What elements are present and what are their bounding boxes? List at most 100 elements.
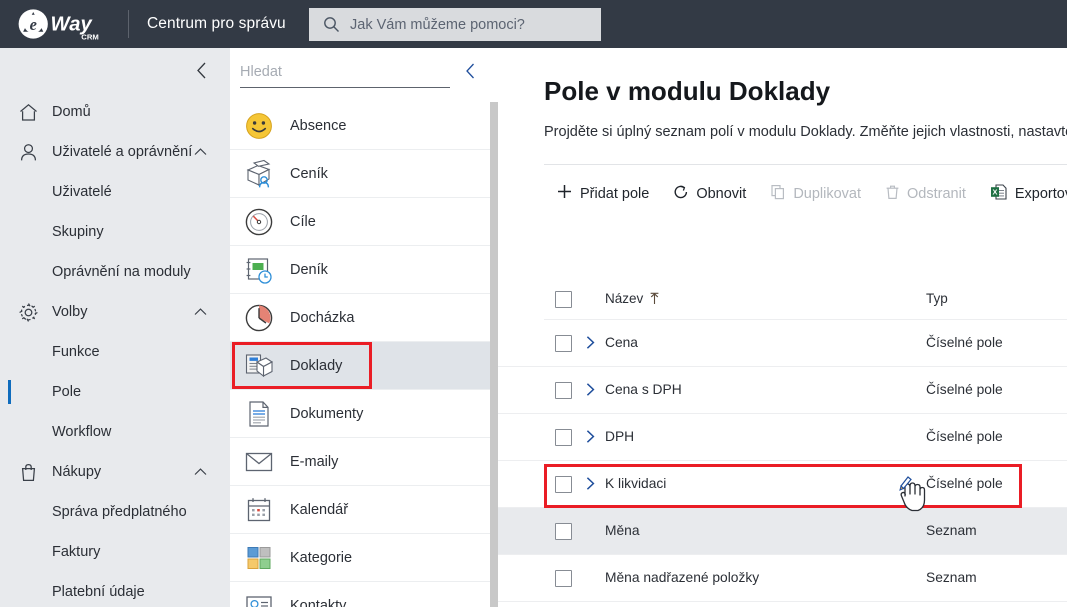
sidebar-item-label: Skupiny (52, 224, 104, 240)
calendar-icon (242, 493, 276, 527)
sidebar-item-label: Funkce (52, 344, 100, 360)
sidebar-item-pole[interactable]: Pole (0, 372, 230, 412)
sidebar-item-funkce[interactable]: Funkce (0, 332, 230, 372)
module-item-label: Deník (290, 261, 328, 278)
exportov-button[interactable]: X Exportov (978, 175, 1067, 213)
module-list-scrollbar[interactable] (490, 102, 498, 607)
field-type-cell: Číselné pole (926, 476, 1003, 491)
module-item-doklady[interactable]: Doklady (230, 342, 490, 390)
chevron-up-icon[interactable] (193, 307, 208, 318)
sidebar-item-label: Volby (52, 304, 88, 320)
module-item-cen-k[interactable]: Ceník (230, 150, 490, 198)
chevron-up-icon[interactable] (193, 147, 208, 158)
module-item-kalend[interactable]: Kalendář (230, 486, 490, 534)
module-list: Absence Ceník Cíle Deník Docházka Doklady Doku… (230, 102, 490, 607)
module-item-kontakty[interactable]: Kontakty (230, 582, 490, 607)
sort-ascending-icon (650, 292, 659, 304)
toolbar-button-label: Duplikovat (793, 186, 862, 202)
row-checkbox[interactable] (555, 476, 572, 493)
checkbox-box (555, 476, 572, 493)
field-type-cell: Seznam (926, 570, 977, 585)
row-checkbox[interactable] (555, 382, 572, 399)
table-row[interactable]: DPH Číselné pole (498, 414, 1067, 461)
toolbar-button-label: Exportov (1014, 186, 1067, 202)
module-panel-collapse-button[interactable] (458, 58, 484, 84)
checkbox-box (555, 429, 572, 446)
select-all-checkbox[interactable] (555, 291, 572, 308)
row-checkbox[interactable] (555, 523, 572, 540)
sidebar-item-workflow[interactable]: Workflow (0, 412, 230, 452)
expand-row-chevron-icon[interactable] (584, 382, 597, 402)
table-row[interactable]: Měna Seznam (498, 508, 1067, 555)
table-row[interactable]: Cena Číselné pole (498, 320, 1067, 367)
sidebar-item-faktury[interactable]: Faktury (0, 532, 230, 572)
module-item-label: Kategorie (290, 549, 353, 566)
module-item-den-k[interactable]: Deník (230, 246, 490, 294)
plus-icon (558, 185, 571, 198)
home-icon (16, 102, 40, 123)
pricelist-box-icon (242, 157, 276, 191)
column-header-name[interactable]: Název (605, 291, 661, 306)
expand-row-chevron-icon[interactable] (584, 429, 597, 449)
column-header-type[interactable]: Typ (926, 291, 948, 306)
documents-box-icon (242, 349, 276, 383)
trash-icon (886, 185, 899, 199)
module-item-c-le[interactable]: Cíle (230, 198, 490, 246)
module-item-label: Cíle (290, 213, 316, 230)
module-item-e-maily[interactable]: E-maily (230, 438, 490, 486)
sidebar-item-label: Faktury (52, 544, 101, 560)
page-description: Projděte si úplný seznam polí v modulu D… (544, 124, 1067, 140)
module-item-doch-zka[interactable]: Docházka (230, 294, 490, 342)
journal-clock-icon (246, 257, 272, 284)
fields-table-body: Cena Číselné pole Cena s DPH Číselné pole DP… (498, 320, 1067, 607)
expand-row-chevron-icon[interactable] (584, 476, 597, 496)
table-row[interactable]: Cena s DPH Číselné pole (498, 367, 1067, 414)
sidebar-item-opr-vn-n-na-moduly[interactable]: Oprávnění na moduly (0, 252, 230, 292)
module-item-absence[interactable]: Absence (230, 102, 490, 150)
row-checkbox[interactable] (555, 335, 572, 352)
global-search-box[interactable]: Jak Vám můžeme pomoci? (309, 8, 601, 41)
module-item-label: E-maily (290, 453, 339, 470)
row-checkbox[interactable] (555, 429, 572, 446)
checkbox-box (555, 382, 572, 399)
sidebar-item-spr-va-p-edplatn-ho[interactable]: Správa předplatného (0, 492, 230, 532)
checkbox-box (555, 335, 572, 352)
table-row[interactable]: Nákupní cenaČíselné pole (498, 602, 1067, 607)
gauge-icon (242, 205, 276, 239)
sidebar-item-dom[interactable]: Domů (0, 92, 230, 132)
app-root: e Way CRM Centrum pro správu Jak Vám můž… (0, 0, 1067, 607)
toolbar-button-label: Přidat pole (580, 186, 650, 202)
sidebar-item-n-kupy[interactable]: Nákupy (0, 452, 230, 492)
row-checkbox[interactable] (555, 570, 572, 587)
nav-collapse-button[interactable] (188, 56, 216, 84)
table-row[interactable]: Měna nadřazené položky Seznam (498, 555, 1067, 602)
module-search-input[interactable] (240, 56, 450, 88)
field-type-cell: Číselné pole (926, 335, 1003, 350)
category-squares-icon (242, 541, 276, 575)
sidebar-item-skupiny[interactable]: Skupiny (0, 212, 230, 252)
p-idat-pole-button[interactable]: Přidat pole (544, 175, 661, 213)
sidebar-item-u-ivatel[interactable]: Uživatelé (0, 172, 230, 212)
chevron-left-icon (196, 62, 205, 78)
header-divider (128, 10, 129, 38)
table-row[interactable]: K likvidaci Číselné pole (498, 461, 1067, 508)
sidebar-item-platebn-daje[interactable]: Platební údaje (0, 572, 230, 607)
eway-crm-logo[interactable]: e Way CRM (14, 4, 114, 44)
obnovit-button[interactable]: Obnovit (661, 175, 758, 213)
sidebar-item-u-ivatel-a-opr-vn-n[interactable]: Uživatelé a oprávnění (0, 132, 230, 172)
smiley-icon (242, 109, 276, 143)
calendar-icon (247, 497, 271, 521)
sidebar-item-label: Uživatelé a oprávnění (52, 144, 193, 160)
module-item-dokumenty[interactable]: Dokumenty (230, 390, 490, 438)
field-type-cell: Číselné pole (926, 382, 1003, 397)
chevron-right-icon (586, 430, 595, 443)
module-item-kategorie[interactable]: Kategorie (230, 534, 490, 582)
expand-row-chevron-icon[interactable] (584, 335, 597, 355)
sidebar-item-volby[interactable]: Volby (0, 292, 230, 332)
contacts-card-icon (246, 595, 272, 607)
search-icon (324, 17, 339, 32)
module-item-label: Kontakty (290, 597, 347, 607)
chevron-up-icon[interactable] (193, 467, 208, 478)
sidebar-item-label: Platební údaje (52, 584, 145, 600)
duplikovat-button: Duplikovat (758, 175, 873, 213)
